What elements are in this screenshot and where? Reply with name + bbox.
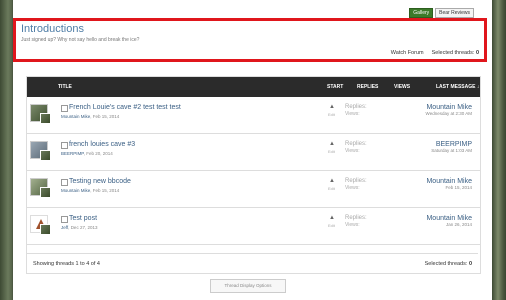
last-poster-avatar[interactable]	[40, 224, 51, 235]
last-message-author[interactable]: Mountain Mike	[426, 215, 472, 222]
header-start[interactable]: START	[327, 84, 343, 90]
header-title[interactable]: TITLE	[58, 84, 72, 90]
thread-list: TITLE START REPLIES VIEWS LAST MESSAGE ↓…	[26, 76, 481, 274]
thread-stats: Replies: Views:	[345, 141, 367, 154]
forum-description: Just signed up? Why not say hello and br…	[21, 37, 140, 43]
thread-date: Feb 20, 2014	[86, 151, 113, 156]
table-row[interactable]: Testing new bbcode Mountain Mike, Feb 15…	[27, 171, 480, 208]
thread-date: Dec 27, 2013	[70, 225, 98, 230]
thread-list-footer: Showing threads 1 to 4 of 4 Selected thr…	[27, 253, 478, 274]
thread-meta: Jeff, Dec 27, 2013	[61, 225, 98, 230]
thread-stats: Replies: Views:	[345, 104, 367, 117]
gallery-button[interactable]: Gallery	[409, 8, 434, 18]
thread-author[interactable]: BEERPIMP	[61, 151, 84, 156]
last-poster-avatar[interactable]	[40, 187, 51, 198]
watch-forum-link[interactable]: Watch Forum	[391, 50, 424, 56]
edit-link[interactable]: Edit	[328, 112, 335, 117]
last-message-date[interactable]: Feb 15, 2014	[445, 185, 472, 190]
views-label: Views:	[345, 185, 360, 191]
thread-author[interactable]: Mountain Mike	[61, 188, 90, 193]
last-message-date[interactable]: Saturday at 1:03 AM	[431, 148, 472, 153]
last-message: Mountain Mike Jan 26, 2014	[426, 215, 472, 228]
replies-label: Replies:	[345, 215, 367, 221]
table-row[interactable]: Test post Jeff, Dec 27, 2013 ▲ Edit Repl…	[27, 208, 480, 245]
last-message-author[interactable]: BEERPIMP	[431, 141, 472, 148]
header-last-message[interactable]: LAST MESSAGE ↓	[436, 84, 479, 90]
thread-meta: Mountain Mike, Feb 15, 2014	[61, 114, 120, 119]
preview-icon[interactable]: ▲	[329, 215, 335, 221]
thread-select-checkbox[interactable]	[61, 216, 68, 223]
thread-select-checkbox[interactable]	[61, 179, 68, 186]
forum-actions: Watch Forum Selected threads: 0	[391, 50, 479, 56]
thread-stats: Replies: Views:	[345, 178, 367, 191]
table-row[interactable]: French Louie's cave #2 test test test Mo…	[27, 97, 480, 134]
edit-link[interactable]: Edit	[328, 186, 335, 191]
selected-threads: Selected threads: 0	[432, 50, 479, 56]
forum-title: Introductions	[21, 23, 84, 35]
thread-title-link[interactable]: French Louie's cave #2 test test test	[69, 104, 181, 111]
thread-title-link[interactable]: french louies cave #3	[69, 141, 135, 148]
thread-select-checkbox[interactable]	[61, 142, 68, 149]
thread-title-link[interactable]: Test post	[69, 215, 97, 222]
last-message: Mountain Mike Wednesday at 2:30 AM	[426, 104, 472, 117]
thread-list-header: TITLE START REPLIES VIEWS LAST MESSAGE ↓	[27, 77, 480, 97]
preview-icon[interactable]: ▲	[329, 104, 335, 110]
last-message: Mountain Mike Feb 15, 2014	[426, 178, 472, 191]
selected-threads-count: 0	[475, 50, 479, 56]
header-replies[interactable]: REPLIES	[357, 84, 378, 90]
views-label: Views:	[345, 111, 360, 117]
top-button-bar: Gallery Bear Reviews	[409, 8, 474, 18]
last-message-author[interactable]: Mountain Mike	[426, 178, 472, 185]
last-message-author[interactable]: Mountain Mike	[426, 104, 472, 111]
bear-reviews-button[interactable]: Bear Reviews	[435, 8, 474, 18]
thread-select-checkbox[interactable]	[61, 105, 68, 112]
preview-icon[interactable]: ▲	[329, 178, 335, 184]
thread-author[interactable]: Jeff	[61, 225, 68, 230]
last-poster-avatar[interactable]	[40, 113, 51, 124]
footer-selected-label: Selected threads:	[424, 261, 468, 267]
thread-date: Feb 15, 2014	[92, 114, 120, 119]
forum-intro-box: Introductions Just signed up? Why not sa…	[13, 18, 487, 62]
last-message-date[interactable]: Wednesday at 2:30 AM	[426, 111, 472, 116]
replies-label: Replies:	[345, 141, 367, 147]
thread-count-text: Showing threads 1 to 4 of 4	[33, 261, 100, 267]
replies-label: Replies:	[345, 104, 367, 110]
views-label: Views:	[345, 148, 360, 154]
footer-selected-count: 0	[468, 261, 472, 267]
table-row[interactable]: french louies cave #3 BEERPIMP, Feb 20, …	[27, 134, 480, 171]
thread-display-options-button[interactable]: Thread Display Options	[210, 279, 286, 293]
page-container: Gallery Bear Reviews Introductions Just …	[13, 0, 492, 300]
footer-selected-threads: Selected threads: 0	[425, 261, 472, 267]
edit-link[interactable]: Edit	[328, 149, 335, 154]
thread-date: Feb 15, 2014	[92, 188, 120, 193]
thread-meta: Mountain Mike, Feb 15, 2014	[61, 188, 120, 193]
header-views[interactable]: VIEWS	[394, 84, 410, 90]
edit-link[interactable]: Edit	[328, 223, 335, 228]
last-message-date[interactable]: Jan 26, 2014	[446, 222, 472, 227]
preview-icon[interactable]: ▲	[329, 141, 335, 147]
thread-meta: BEERPIMP, Feb 20, 2014	[61, 151, 113, 156]
views-label: Views:	[345, 222, 360, 228]
thread-author[interactable]: Mountain Mike	[61, 114, 90, 119]
thread-stats: Replies: Views:	[345, 215, 367, 228]
selected-threads-label: Selected threads:	[431, 50, 475, 56]
last-poster-avatar[interactable]	[40, 150, 51, 161]
replies-label: Replies:	[345, 178, 367, 184]
last-message: BEERPIMP Saturday at 1:03 AM	[431, 141, 472, 154]
thread-title-link[interactable]: Testing new bbcode	[69, 178, 131, 185]
